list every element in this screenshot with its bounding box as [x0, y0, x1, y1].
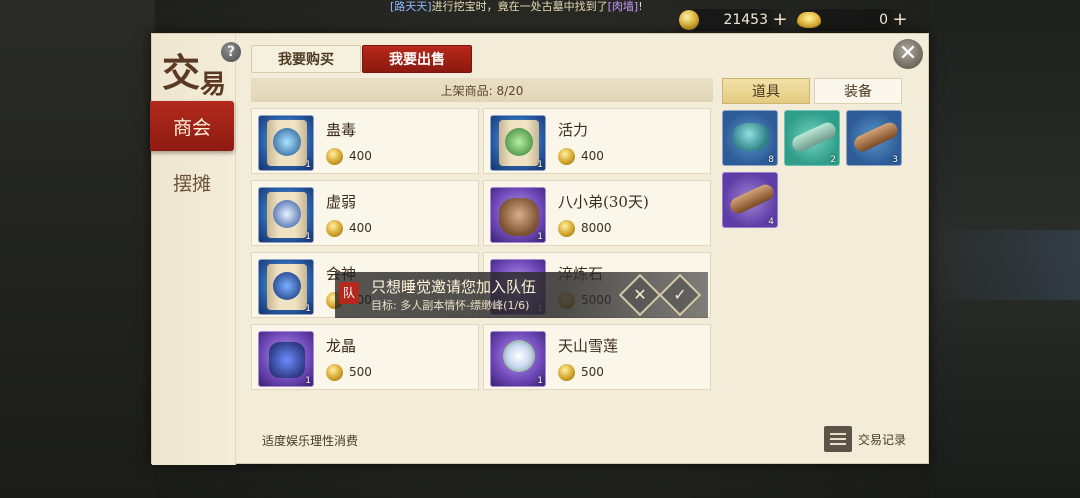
- listing-name: 活力: [558, 121, 589, 139]
- reject-invite-button[interactable]: ✕: [618, 273, 662, 317]
- listing-name: 蛊毒: [326, 121, 357, 139]
- wood-log-icon: [851, 120, 901, 154]
- listing-card[interactable]: 1 八小弟(30天) 8000: [483, 180, 711, 246]
- listing-price: 500: [558, 363, 604, 381]
- listing-price: 8000: [558, 219, 612, 237]
- listing-name: 龙晶: [326, 337, 357, 355]
- ingot-icon: [797, 12, 821, 28]
- footer-notice: 适度娱乐理性消费: [262, 434, 359, 448]
- listing-price: 400: [326, 147, 372, 165]
- invite-title: 只想睡觉邀请您加入队伍: [371, 278, 537, 296]
- logo-char-2: 易: [200, 70, 227, 100]
- ticker-text: 进行挖宝时，竟在一处古墓中找到了: [431, 0, 608, 13]
- listing-name: 虚弱: [326, 193, 357, 211]
- ingot-amount: 0: [879, 12, 888, 28]
- gold-amount: 21453: [723, 12, 768, 28]
- listing-card[interactable]: 1 龙晶 500: [251, 324, 479, 390]
- gold-coin-icon: [326, 147, 343, 165]
- check-icon: ✓: [673, 285, 687, 304]
- trade-record-label: 交易记录: [858, 432, 907, 447]
- listing-card[interactable]: 1 虚弱 400: [251, 180, 479, 246]
- list-icon: [824, 426, 852, 452]
- skill-scroll-icon: 1: [490, 115, 546, 171]
- bag-slot[interactable]: 2: [784, 110, 840, 166]
- listed-count: 上架商品: 8/20: [251, 78, 713, 102]
- background-left: [0, 0, 155, 498]
- skill-scroll-icon: 1: [258, 259, 314, 315]
- ticker-item[interactable]: [肉墙]: [608, 0, 639, 13]
- ore-icon: [733, 123, 769, 151]
- listing-name: 天山雪莲: [558, 337, 619, 355]
- bag-slot[interactable]: 8: [722, 110, 778, 166]
- logo-char-1: 交: [162, 50, 201, 95]
- listing-card[interactable]: 1 天山雪莲 500: [483, 324, 711, 390]
- tab-sell[interactable]: 我要出售: [362, 45, 472, 73]
- bag-slot[interactable]: 3: [846, 110, 902, 166]
- accept-invite-button[interactable]: ✓: [658, 273, 702, 317]
- listing-card[interactable]: 1 蛊毒 400: [251, 108, 479, 174]
- trade-panel: 交 易 ? 商会 摆摊 我要购买 我要出售 ✕ 上架商品: 8/20 1 蛊毒 …: [150, 33, 929, 465]
- skill-scroll-icon: 1: [258, 187, 314, 243]
- add-gold-button[interactable]: +: [772, 11, 788, 29]
- ingot-currency: 0 +: [795, 9, 908, 31]
- listing-card[interactable]: 1 活力 400: [483, 108, 711, 174]
- gold-coin-icon: [326, 219, 343, 237]
- trade-record-button[interactable]: 交易记录: [824, 426, 906, 452]
- wood-log-icon: [727, 182, 777, 216]
- gold-currency: 21453 +: [675, 9, 788, 31]
- trade-logo: 交 易 ?: [160, 40, 241, 100]
- snow-lotus-icon: 1: [490, 331, 546, 387]
- trade-sidebar: 交 易 ? 商会 摆摊: [150, 34, 241, 465]
- stone-log-icon: [789, 120, 839, 154]
- ticker-player[interactable]: [路天天]: [390, 0, 432, 13]
- pet-dog-icon: 1: [490, 187, 546, 243]
- listing-price: 400: [558, 147, 604, 165]
- sidebar-tab-stall[interactable]: 摆摊: [150, 157, 234, 207]
- background-water: [930, 230, 1080, 300]
- close-icon: ✕: [633, 285, 647, 304]
- sidebar-tab-guild-shop[interactable]: 商会: [150, 101, 234, 151]
- add-ingot-button[interactable]: +: [892, 11, 908, 29]
- listing-price: 500: [326, 363, 372, 381]
- skill-scroll-icon: 1: [258, 115, 314, 171]
- gold-coin-icon: [558, 147, 575, 165]
- listing-price: 400: [326, 219, 372, 237]
- gold-coin-icon: [679, 10, 699, 30]
- dragon-crystal-icon: 1: [258, 331, 314, 387]
- invite-target: 目标: 多人副本情怀-缥缈峰(1/6): [371, 299, 530, 312]
- bag-slot[interactable]: 4: [722, 172, 778, 228]
- system-ticker: [路天天]进行挖宝时，竟在一处古墓中找到了[肉墙]!: [390, 0, 643, 14]
- bag-tab-items[interactable]: 道具: [722, 78, 810, 104]
- listing-name: 八小弟(30天): [558, 193, 649, 211]
- gold-coin-icon: [558, 363, 575, 381]
- tab-buy[interactable]: 我要购买: [251, 45, 361, 73]
- ticker-end: !: [638, 0, 643, 13]
- team-invite-popup: 队 只想睡觉邀请您加入队伍 目标: 多人副本情怀-缥缈峰(1/6) ✕ ✓: [335, 272, 708, 318]
- bag-tab-equipment[interactable]: 装备: [814, 78, 902, 104]
- gold-coin-icon: [558, 219, 575, 237]
- team-badge: 队: [339, 282, 359, 304]
- gold-coin-icon: [326, 363, 343, 381]
- close-button[interactable]: ✕: [893, 39, 923, 69]
- help-icon[interactable]: ?: [221, 42, 241, 62]
